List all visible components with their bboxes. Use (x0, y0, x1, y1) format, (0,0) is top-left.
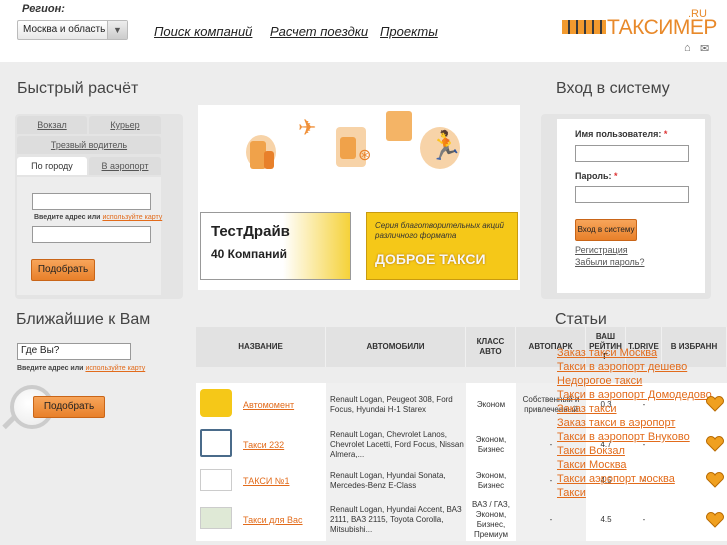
col-class[interactable]: КЛАСС АВТО (466, 327, 516, 367)
cars-cell: Renault Logan, Hyundai Accent, ВАЗ 2111,… (326, 499, 466, 541)
tab-airport[interactable]: В аэропорт (89, 157, 161, 175)
building-small-icon (264, 151, 274, 169)
article-link[interactable]: Такси в аэропорт дешево (557, 361, 687, 373)
region-value: Москва и область (23, 24, 106, 35)
charity-banner[interactable]: Серия благотворительных акций различного… (366, 212, 518, 280)
favorite-heart-icon[interactable] (705, 512, 725, 528)
courier-icon[interactable]: 🏃 (428, 129, 463, 162)
testdrive-subtitle: 40 Компаний (211, 247, 287, 261)
use-map-link[interactable]: используйте карту (85, 365, 145, 372)
required-mark: * (663, 129, 668, 139)
nearest-submit-button[interactable]: Подобрать (33, 396, 105, 418)
wheel-icon: ⊛ (358, 147, 372, 164)
tab-sober-driver[interactable]: Трезвый водитель (17, 136, 161, 154)
login-button[interactable]: Вход в систему (575, 219, 637, 241)
cars-cell: Renault Logan, Chevrolet Lanos, Chevrole… (326, 427, 466, 463)
tab-city[interactable]: По городу (17, 157, 87, 175)
nav-search-companies[interactable]: Поиск компаний (154, 24, 252, 39)
nearest-map-hint: Введите адрес или используйте карту (17, 365, 145, 372)
login-title: Вход в систему (556, 80, 670, 97)
hint-text: Введите адрес или (17, 365, 84, 372)
tab-courier[interactable]: Курьер (89, 116, 161, 134)
forgot-password-link[interactable]: Забыли пароль? (575, 257, 644, 267)
article-link[interactable]: Заказ такси в аэропорт (557, 417, 675, 429)
article-link[interactable]: Такси аэропорт москва (557, 473, 675, 485)
nearest-title: Ближайшие к Вам (16, 311, 151, 328)
home-icon[interactable]: ⌂ (684, 42, 691, 54)
company-name-link[interactable]: Такси 232 (243, 427, 323, 463)
location-input[interactable]: Где Вы? (17, 343, 131, 360)
region-label: Регион: (22, 3, 65, 15)
class-cell: ВАЗ / ГАЗ, Эконом, Бизнес, Премиум (472, 500, 510, 539)
mail-icon[interactable]: ✉ (700, 42, 709, 55)
beer-icon[interactable] (340, 137, 356, 159)
to-address-input[interactable] (32, 226, 151, 243)
col-cars[interactable]: АВТОМОБИЛИ (326, 327, 466, 367)
password-label: Пароль: * (575, 171, 618, 181)
testdrive-banner[interactable]: ТестДрайв 40 Компаний (200, 212, 351, 280)
class-cell: Эконом (476, 400, 506, 409)
use-map-link[interactable]: используйте карту (102, 214, 162, 221)
logo-checker-icon (562, 20, 606, 34)
company-name-link[interactable]: Автомомент (243, 383, 323, 427)
article-link[interactable]: Такси (557, 487, 586, 499)
company-logo (200, 429, 232, 457)
company-logo (200, 389, 232, 417)
chevron-down-icon: ▼ (107, 21, 127, 39)
class-cell: Эконом, Бизнес (475, 435, 507, 454)
charity-text: Серия благотворительных акций различного… (375, 221, 504, 240)
article-link[interactable]: Заказ такси Москва (557, 347, 657, 359)
cars-cell: Renault Logan, Peugeot 308, Ford Focus, … (326, 383, 466, 427)
station-icon[interactable] (386, 111, 412, 141)
quick-calc-title: Быстрый расчёт (17, 80, 139, 97)
username-input[interactable] (575, 145, 689, 162)
nav-trip-calc[interactable]: Расчет поездки (270, 24, 368, 39)
article-link[interactable]: Такси в аэропорт Внуково (557, 431, 690, 443)
testdrive-title: ТестДрайв (211, 223, 290, 240)
articles-list: Заказ такси Москва Такси в аэропорт деше… (555, 347, 727, 507)
tab-station[interactable]: Вокзал (17, 116, 87, 134)
cars-cell: Renault Logan, Hyundai Sonata, Mercedes-… (326, 463, 466, 499)
from-address-input[interactable] (32, 193, 151, 210)
login-form: Имя пользователя: * Пароль: * Вход в сис… (557, 119, 705, 293)
article-link[interactable]: Недорогое такси (557, 375, 642, 387)
password-input[interactable] (575, 186, 689, 203)
col-name[interactable]: НАЗВАНИЕ (196, 327, 326, 367)
logo-suffix: .RU (688, 8, 707, 20)
article-link[interactable]: Такси Вокзал (557, 445, 625, 457)
company-logo (200, 507, 232, 529)
class-cell: Эконом, Бизнес (475, 471, 507, 490)
map-hint: Введите адрес или используйте карту (34, 214, 162, 221)
required-mark: * (614, 171, 618, 181)
username-label: Имя пользователя: * (575, 129, 667, 139)
articles-title: Статьи (555, 311, 607, 328)
logo[interactable]: ТАКСИМЕР .RU (562, 8, 717, 44)
company-name-link[interactable]: Такси для Вас (243, 499, 323, 541)
company-name-link[interactable]: ТАКСИ №1 (243, 463, 323, 499)
favorite-heart-icon[interactable] (705, 436, 725, 452)
article-link[interactable]: Такси в аэропорт Домодедово (557, 389, 712, 401)
article-link[interactable]: Заказ такси (557, 403, 617, 415)
quick-calc-form: Введите адрес или используйте карту Подо… (17, 177, 162, 295)
plane-icon[interactable]: ✈ (298, 115, 316, 141)
company-logo (200, 469, 232, 491)
username-label-text: Имя пользователя: (575, 129, 662, 139)
register-link[interactable]: Регистрация (575, 245, 628, 255)
hint-text: Введите адрес или (34, 214, 101, 221)
quick-calc-submit-button[interactable]: Подобрать (31, 259, 95, 281)
favorite-heart-icon[interactable] (705, 472, 725, 488)
nav-projects[interactable]: Проекты (380, 24, 438, 39)
region-select[interactable]: Москва и область ▼ (17, 20, 128, 40)
favorite-heart-icon[interactable] (705, 396, 725, 412)
article-link[interactable]: Такси Москва (557, 459, 627, 471)
password-label-text: Пароль: (575, 171, 612, 181)
charity-title: ДОБРОЕ ТАКСИ (375, 251, 486, 267)
